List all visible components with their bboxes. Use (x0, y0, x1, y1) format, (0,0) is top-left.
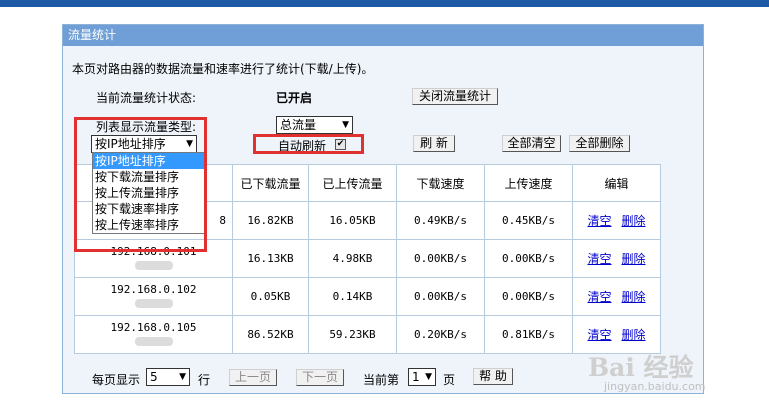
download-cell: 16.82KB (232, 201, 309, 240)
per-page-label: 每页显示 (92, 373, 141, 387)
current-page-label: 当前第 (363, 373, 400, 387)
watermark: Bai 经验 (588, 353, 694, 382)
chevron-down-icon: ▼ (342, 120, 349, 130)
toggle-stats-button[interactable]: 关闭流量统计 (412, 88, 498, 105)
next-page-button[interactable]: 下一页 (296, 369, 344, 386)
table-row: 192.168.0.105 86.52KB 59.23KB 0.20KB/s 0… (74, 315, 661, 354)
ip-address: 192.168.0.102 (110, 282, 197, 296)
up-speed-cell: 0.81KB/s (484, 315, 573, 354)
per-page-value: 5 (150, 370, 158, 384)
down-speed-cell: 0.49KB/s (396, 201, 485, 240)
upload-cell: 0.14KB (308, 277, 397, 316)
ip-cell: 192.168.0.102 (74, 277, 233, 316)
upload-cell: 16.05KB (308, 201, 397, 240)
delete-link[interactable]: 删除 (622, 328, 646, 342)
header-up-speed: 上传速度 (484, 164, 573, 202)
delete-link[interactable]: 删除 (622, 252, 646, 266)
clear-link[interactable]: 清空 (587, 252, 611, 266)
down-speed-cell: 0.00KB/s (396, 277, 485, 316)
highlight-box-sort (74, 117, 207, 252)
clear-all-button[interactable]: 全部清空 (502, 135, 561, 152)
intro-text: 本页对路由器的数据流量和速率进行了统计(下载/上传)。 (72, 62, 374, 76)
clear-link[interactable]: 清空 (587, 214, 611, 228)
upload-cell: 59.23KB (308, 315, 397, 354)
down-speed-cell: 0.00KB/s (396, 239, 485, 278)
edit-cell: 清空 删除 (572, 277, 661, 316)
edit-cell: 清空 删除 (572, 239, 661, 278)
help-button[interactable]: 帮 助 (473, 368, 513, 385)
status-label: 当前流量统计状态: (96, 91, 197, 105)
panel-title: 流量统计 (63, 25, 703, 46)
up-speed-cell: 0.00KB/s (484, 239, 573, 278)
ip-address: 192.168.0.105 (110, 320, 197, 334)
chevron-down-icon: ▼ (425, 372, 432, 382)
status-value: 已开启 (276, 91, 313, 105)
delete-link[interactable]: 删除 (622, 290, 646, 304)
download-cell: 0.05KB (232, 277, 309, 316)
prev-page-button[interactable]: 上一页 (229, 369, 277, 386)
upload-cell: 4.98KB (308, 239, 397, 278)
clear-link[interactable]: 清空 (587, 290, 611, 304)
current-page-select[interactable]: 1 ▼ (408, 368, 436, 386)
down-speed-cell: 0.20KB/s (396, 315, 485, 354)
delete-link[interactable]: 删除 (622, 214, 646, 228)
up-speed-cell: 0.00KB/s (484, 277, 573, 316)
header-upload: 已上传流量 (308, 164, 397, 202)
clear-link[interactable]: 清空 (587, 328, 611, 342)
current-page-value: 1 (412, 370, 420, 384)
per-page-select[interactable]: 5 ▼ (146, 368, 190, 386)
blurred-hostname (134, 260, 173, 270)
delete-all-button[interactable]: 全部删除 (569, 135, 630, 152)
list-type-select[interactable]: 总流量 ▼ (276, 116, 353, 134)
watermark-url: jingyan.baidu.com (604, 380, 706, 393)
header-download: 已下载流量 (232, 164, 309, 202)
up-speed-cell: 0.45KB/s (484, 201, 573, 240)
ip-cell: 192.168.0.105 (74, 315, 233, 354)
highlight-box-refresh (253, 134, 364, 154)
header-edit: 编辑 (572, 164, 661, 202)
download-cell: 86.52KB (232, 315, 309, 354)
edit-cell: 清空 删除 (572, 201, 661, 240)
list-type-value: 总流量 (280, 118, 317, 132)
refresh-button[interactable]: 刷 新 (413, 135, 455, 152)
header-down-speed: 下载速度 (396, 164, 485, 202)
page-unit: 页 (443, 373, 456, 387)
blurred-hostname (134, 298, 173, 308)
chevron-down-icon: ▼ (179, 372, 186, 382)
blurred-hostname (134, 336, 173, 346)
table-row: 192.168.0.102 0.05KB 0.14KB 0.00KB/s 0.0… (74, 277, 661, 316)
ip-fragment: 8 (219, 214, 226, 227)
rows-unit: 行 (198, 373, 211, 387)
download-cell: 16.13KB (232, 239, 309, 278)
top-bar (0, 0, 769, 7)
